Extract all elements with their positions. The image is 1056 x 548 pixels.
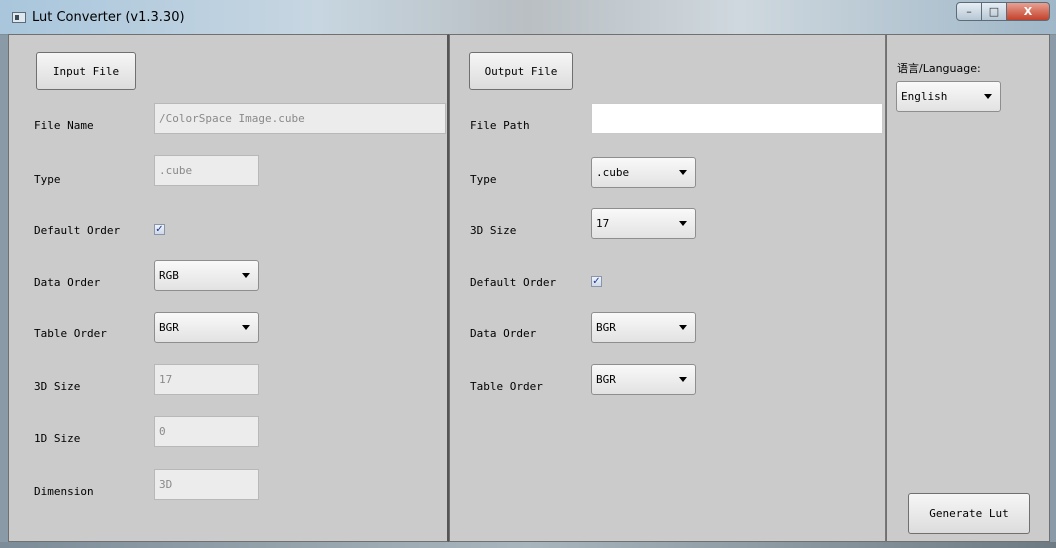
output-panel: Output File File Path Type .cube 3D Size… — [449, 34, 886, 542]
output-table-order-value: BGR — [596, 373, 616, 386]
input-panel: Input File File Name /ColorSpace Image.c… — [8, 34, 449, 542]
title-bar: Lut Converter (v1.3.30) – □ X — [0, 0, 1056, 35]
window-controls: – □ X — [956, 2, 1050, 22]
input-default-order-label: Default Order — [34, 224, 121, 237]
input-data-order-label: Data Order — [34, 276, 101, 289]
chevron-down-icon — [984, 94, 992, 99]
window-title: Lut Converter (v1.3.30) — [32, 10, 185, 25]
output-default-order-checkbox[interactable]: ✓ — [591, 276, 602, 287]
main-client-area: Input File File Name /ColorSpace Image.c… — [8, 34, 1050, 542]
language-select[interactable]: English — [896, 81, 1001, 112]
output-file-path-input[interactable] — [591, 103, 883, 134]
input-1d-size-field[interactable]: 0 — [154, 416, 259, 447]
chevron-down-icon — [242, 325, 250, 330]
output-data-order-label: Data Order — [470, 327, 537, 340]
generate-lut-button[interactable]: Generate Lut — [908, 493, 1030, 534]
language-panel: 语言/Language: English Generate Lut — [886, 34, 1050, 542]
chevron-down-icon — [679, 221, 687, 226]
window-bottom-border — [0, 542, 1056, 548]
chevron-down-icon — [242, 273, 250, 278]
output-data-order-value: BGR — [596, 321, 616, 334]
output-data-order-select[interactable]: BGR — [591, 312, 696, 343]
input-3d-size-field[interactable]: 17 — [154, 364, 259, 395]
chevron-down-icon — [679, 377, 687, 382]
input-table-order-label: Table Order — [34, 327, 107, 340]
output-type-select[interactable]: .cube — [591, 157, 696, 188]
chevron-down-icon — [679, 325, 687, 330]
input-dimension-label: Dimension — [34, 485, 94, 498]
output-table-order-label: Table Order — [470, 380, 543, 393]
output-type-label: Type — [470, 173, 497, 186]
output-3d-size-value: 17 — [596, 217, 610, 230]
input-table-order-value: BGR — [159, 321, 179, 334]
input-data-order-value: RGB — [159, 269, 179, 282]
maximize-button[interactable]: □ — [981, 2, 1007, 21]
input-file-name-field[interactable]: /ColorSpace Image.cube — [154, 103, 446, 134]
input-table-order-select[interactable]: BGR — [154, 312, 259, 343]
language-value: English — [901, 90, 948, 103]
app-icon — [12, 12, 26, 23]
output-file-button[interactable]: Output File — [469, 52, 573, 90]
output-3d-size-select[interactable]: 17 — [591, 208, 696, 239]
output-type-value: .cube — [596, 166, 630, 179]
input-type-field[interactable]: .cube — [154, 155, 259, 186]
input-data-order-select[interactable]: RGB — [154, 260, 259, 291]
input-dimension-field[interactable]: 3D — [154, 469, 259, 500]
input-1d-size-label: 1D Size — [34, 432, 81, 445]
input-type-label: Type — [34, 173, 61, 186]
output-default-order-label: Default Order — [470, 276, 557, 289]
output-3d-size-label: 3D Size — [470, 224, 517, 237]
language-label: 语言/Language: — [897, 62, 981, 75]
output-table-order-select[interactable]: BGR — [591, 364, 696, 395]
input-file-button[interactable]: Input File — [36, 52, 136, 90]
input-default-order-checkbox[interactable]: ✓ — [154, 224, 165, 235]
input-3d-size-label: 3D Size — [34, 380, 81, 393]
file-path-label: File Path — [470, 119, 530, 132]
minimize-button[interactable]: – — [956, 2, 982, 21]
close-button[interactable]: X — [1006, 2, 1050, 21]
chevron-down-icon — [679, 170, 687, 175]
file-name-label: File Name — [34, 119, 94, 132]
